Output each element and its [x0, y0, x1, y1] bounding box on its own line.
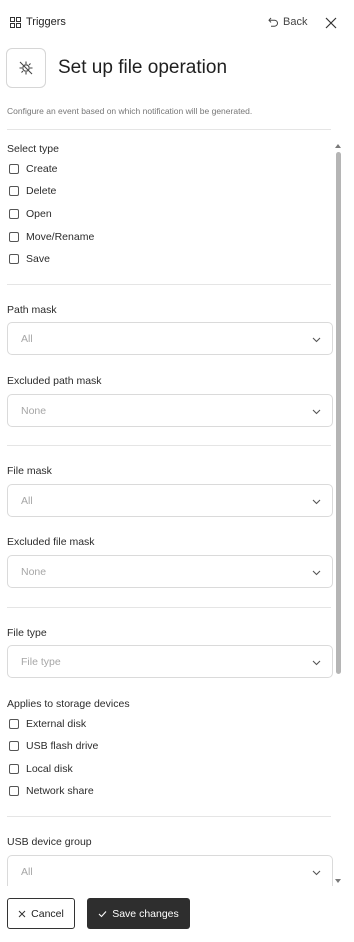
usb-device-group-select[interactable]: All	[7, 855, 333, 886]
checkbox-box[interactable]	[9, 254, 19, 264]
chevron-down-icon	[312, 337, 321, 343]
checkbox-label: Open	[26, 208, 52, 220]
checkbox-box[interactable]	[9, 164, 19, 174]
check-icon	[98, 910, 107, 917]
chevron-down-icon	[312, 409, 321, 415]
excluded-file-mask-label: Excluded file mask	[7, 536, 95, 548]
checkbox-box[interactable]	[9, 764, 19, 774]
file-type-select[interactable]: File type	[7, 645, 333, 678]
checkbox-create[interactable]: Create	[9, 163, 58, 175]
excluded-path-mask-select[interactable]: None	[7, 394, 333, 427]
panel-footer: Cancel Save changes	[0, 890, 354, 942]
checkbox-move-rename[interactable]: Move/Rename	[9, 231, 94, 243]
checkbox-usb-flash-drive[interactable]: USB flash drive	[9, 740, 98, 752]
divider	[7, 816, 331, 817]
title-row: Set up file operation	[6, 48, 227, 88]
checkbox-open[interactable]: Open	[9, 208, 52, 220]
close-icon[interactable]	[324, 16, 338, 30]
checkbox-label: Save	[26, 253, 50, 265]
scroll-down-icon[interactable]	[335, 879, 341, 883]
panel-header: Triggers Back	[0, 0, 354, 46]
file-mask-placeholder: All	[21, 495, 33, 507]
excluded-path-mask-label: Excluded path mask	[7, 375, 102, 387]
excluded-file-mask-select[interactable]: None	[7, 555, 333, 588]
close-icon	[18, 910, 26, 917]
checkbox-label: Network share	[26, 785, 94, 797]
checkbox-label: Move/Rename	[26, 231, 95, 243]
page-description: Configure an event based on which notifi…	[7, 106, 253, 116]
path-mask-select[interactable]: All	[7, 322, 333, 355]
checkbox-external-disk[interactable]: External disk	[9, 718, 86, 730]
checkbox-label: USB flash drive	[26, 740, 99, 752]
divider	[7, 445, 331, 446]
breadcrumb[interactable]: Triggers	[10, 16, 66, 28]
chevron-down-icon	[312, 870, 321, 876]
breadcrumb-label: Triggers	[26, 16, 66, 28]
undo-arrow-icon	[268, 17, 278, 27]
usb-device-group-label: USB device group	[7, 836, 92, 848]
scrollbar-thumb[interactable]	[336, 152, 341, 674]
save-label: Save changes	[112, 907, 179, 920]
checkbox-save[interactable]: Save	[9, 253, 50, 265]
back-label: Back	[283, 16, 308, 28]
chevron-down-icon	[312, 660, 321, 666]
cancel-label: Cancel	[31, 907, 64, 920]
path-mask-placeholder: All	[21, 333, 33, 345]
checkbox-label: Delete	[26, 185, 57, 197]
checkbox-box[interactable]	[9, 186, 19, 196]
checkbox-box[interactable]	[9, 741, 19, 751]
chevron-down-icon	[312, 499, 321, 505]
checkbox-box[interactable]	[9, 209, 19, 219]
file-mask-label: File mask	[7, 465, 52, 477]
path-mask-label: Path mask	[7, 304, 57, 316]
checkbox-box[interactable]	[9, 719, 19, 729]
checkbox-delete[interactable]: Delete	[9, 185, 56, 197]
file-operation-icon	[6, 48, 46, 88]
checkbox-box[interactable]	[9, 786, 19, 796]
storage-devices-label: Applies to storage devices	[7, 698, 130, 710]
divider	[7, 284, 331, 285]
chevron-down-icon	[312, 570, 321, 576]
page-title: Set up file operation	[58, 57, 228, 78]
excluded-file-mask-placeholder: None	[21, 566, 47, 578]
checkbox-label: External disk	[26, 718, 87, 730]
grid-icon	[10, 16, 21, 28]
checkbox-local-disk[interactable]: Local disk	[9, 763, 73, 775]
save-changes-button[interactable]: Save changes	[87, 898, 190, 929]
cancel-button[interactable]: Cancel	[7, 898, 75, 929]
scroll-up-icon[interactable]	[335, 144, 341, 148]
excluded-path-mask-placeholder: None	[21, 405, 47, 417]
divider	[7, 607, 331, 608]
file-type-label: File type	[7, 627, 47, 639]
checkbox-box[interactable]	[9, 232, 19, 242]
file-type-placeholder: File type	[21, 656, 61, 668]
divider	[7, 129, 331, 130]
back-button[interactable]: Back	[268, 16, 307, 28]
checkbox-label: Local disk	[26, 763, 73, 775]
select-type-label: Select type	[7, 143, 59, 155]
usb-device-group-placeholder: All	[21, 866, 33, 878]
checkbox-label: Create	[26, 163, 58, 175]
file-mask-select[interactable]: All	[7, 484, 333, 517]
checkbox-network-share[interactable]: Network share	[9, 785, 94, 797]
